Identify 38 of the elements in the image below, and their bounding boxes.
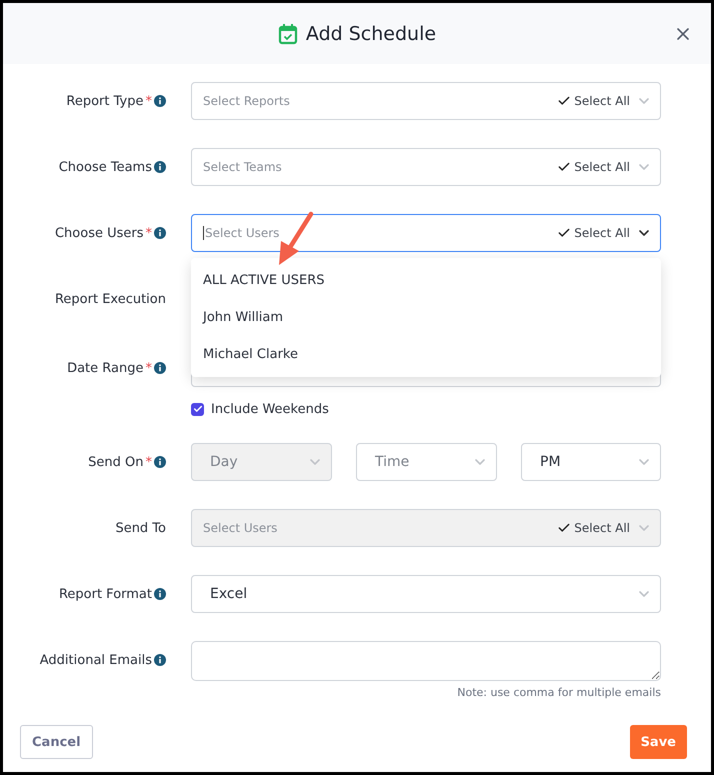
info-icon[interactable] [154,161,166,173]
field-label: Send To [115,520,166,536]
dialog-title: Add Schedule [306,22,436,44]
cancel-button[interactable]: Cancel [20,725,93,759]
select-field[interactable]: Excel [191,575,661,613]
required-mark: * [146,360,152,376]
select-all-option[interactable]: Select All [557,94,630,108]
dropdown-option[interactable]: John William [191,299,661,336]
select-all-option[interactable]: Select All [557,226,630,240]
checkbox[interactable] [191,402,204,416]
field-label: Send On [88,454,144,470]
required-mark: * [146,94,152,108]
select-all-option[interactable]: Select All [557,160,630,174]
info-icon[interactable] [154,588,166,600]
field-label: Choose Users [54,226,144,240]
field-label: Additional Emails [40,652,152,668]
info-icon[interactable] [154,95,166,107]
field-label: Report Execution [54,292,166,306]
field-label: Report Format [58,586,152,602]
info-icon[interactable] [154,654,166,666]
info-icon[interactable] [154,227,166,239]
select-field[interactable]: PM [521,443,661,481]
multi-select-field[interactable]: Select Teams Select All [191,148,661,186]
info-icon[interactable] [154,456,166,468]
multi-select-field[interactable]: Select Users Select All [191,214,661,252]
field-label: Report Type [66,94,144,108]
required-mark: * [146,454,152,470]
field-label: Date Range [67,360,144,376]
info-icon[interactable] [154,362,166,374]
hint-text: Note: use comma for multiple emails [457,686,661,699]
dropdown-option[interactable]: ALL ACTIVE USERS [191,262,661,299]
multi-select-field[interactable]: Select Reports Select All [191,82,661,120]
checkbox-label: Include Weekends [211,402,329,416]
required-mark: * [146,226,152,240]
select-field[interactable]: Time [356,443,497,481]
field-label: Choose Teams [58,160,152,174]
dropdown-option[interactable]: Michael Clarke [191,336,661,373]
calendar-check-icon [278,22,298,44]
